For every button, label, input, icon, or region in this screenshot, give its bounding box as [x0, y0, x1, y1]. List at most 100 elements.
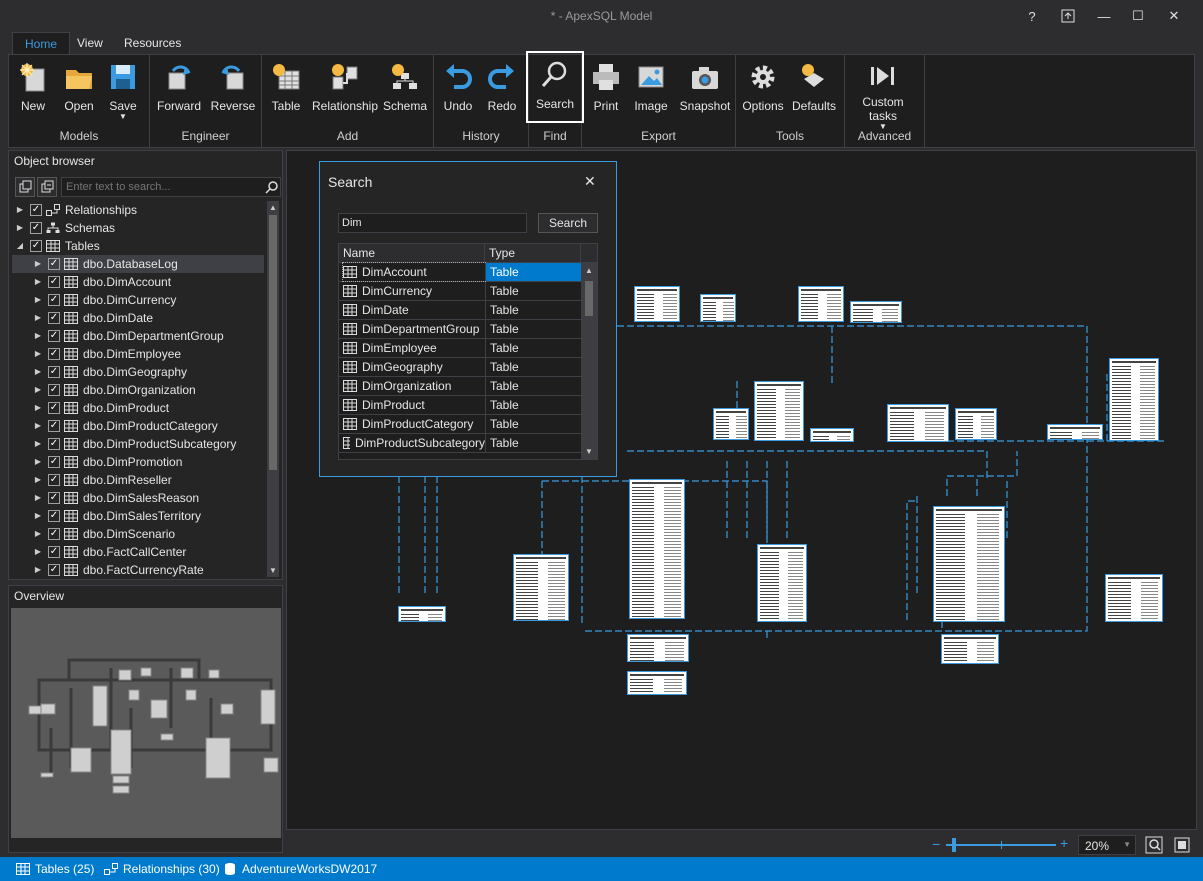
defaults-button[interactable]: Defaults — [788, 57, 840, 125]
checkbox[interactable]: ✓ — [48, 456, 60, 468]
tree-folder-schemas[interactable]: ▶ ✓ Schemas — [12, 219, 264, 237]
result-name-cell[interactable]: DimProductSubcategory — [343, 434, 485, 452]
result-row[interactable]: DimProductCategory Table — [339, 415, 581, 434]
tree-item[interactable]: ▶ ✓ dbo.DimOrganization — [12, 381, 264, 399]
tree-item[interactable]: ▶ ✓ dbo.DimAccount — [12, 273, 264, 291]
tree-item[interactable]: ▶ ✓ dbo.DimReseller — [12, 471, 264, 489]
diagram-table[interactable] — [850, 301, 902, 323]
diagram-table[interactable] — [1109, 358, 1159, 441]
print-button[interactable]: Print — [586, 57, 626, 125]
diagram-table[interactable] — [627, 634, 689, 662]
result-type-cell[interactable]: Table — [485, 301, 581, 319]
expand-icon[interactable]: ▶ — [32, 255, 44, 273]
close-icon[interactable]: ✕ — [584, 173, 596, 190]
collapse-all-button[interactable] — [37, 177, 57, 197]
tree-scrollbar[interactable]: ▲ ▼ — [267, 201, 279, 577]
expand-icon[interactable]: ▶ — [32, 363, 44, 381]
expand-icon[interactable]: ▶ — [32, 489, 44, 507]
column-header-type[interactable]: Type — [485, 244, 581, 263]
expand-icon[interactable]: ▶ — [32, 399, 44, 417]
options-button[interactable]: Options — [740, 57, 786, 125]
checkbox[interactable]: ✓ — [30, 222, 42, 234]
checkbox[interactable]: ✓ — [48, 492, 60, 504]
result-type-cell[interactable]: Table — [485, 263, 581, 281]
diagram-table[interactable] — [933, 506, 1005, 622]
checkbox[interactable]: ✓ — [48, 366, 60, 378]
custom-tasks-button[interactable]: Custom tasks ▼ — [853, 57, 913, 131]
zoom-slider-thumb[interactable] — [952, 838, 956, 852]
image-button[interactable]: Image — [630, 57, 672, 125]
zoom-to-fit-button[interactable] — [1144, 835, 1164, 858]
result-type-cell[interactable]: Table — [485, 339, 581, 357]
result-row[interactable]: DimOrganization Table — [339, 377, 581, 396]
expand-icon[interactable]: ▶ — [32, 291, 44, 309]
diagram-table[interactable] — [798, 286, 844, 322]
checkbox[interactable]: ✓ — [48, 564, 60, 576]
diagram-table[interactable] — [513, 554, 569, 621]
grid-scrollbar[interactable]: ▲ ▼ — [581, 263, 597, 459]
zoom-in-icon[interactable]: + — [1060, 835, 1068, 851]
overview-minimap[interactable] — [11, 608, 281, 838]
undo-button[interactable]: Undo — [438, 57, 478, 125]
expand-icon[interactable]: ▶ — [32, 453, 44, 471]
checkbox[interactable]: ✓ — [48, 312, 60, 324]
search-query-input[interactable] — [338, 213, 527, 233]
checkbox[interactable]: ✓ — [48, 330, 60, 342]
help-button[interactable]: ? — [1016, 4, 1048, 28]
scroll-down-icon[interactable]: ▼ — [269, 566, 277, 575]
minimize-button[interactable]: — — [1088, 4, 1120, 28]
expand-icon[interactable]: ▶ — [32, 345, 44, 363]
checkbox[interactable]: ✓ — [48, 438, 60, 450]
checkbox[interactable]: ✓ — [48, 420, 60, 432]
forward-button[interactable]: Forward — [154, 57, 204, 125]
tree-item[interactable]: ▶ ✓ dbo.DimEmployee — [12, 345, 264, 363]
collapse-icon[interactable]: ◢ — [14, 237, 26, 255]
result-type-cell[interactable]: Table — [485, 320, 581, 338]
result-name-cell[interactable]: DimAccount — [342, 262, 486, 282]
tree-item[interactable]: ▶ ✓ dbo.DimProductCategory — [12, 417, 264, 435]
checkbox[interactable]: ✓ — [48, 546, 60, 558]
tab-view[interactable]: View — [65, 32, 115, 55]
open-button[interactable]: Open — [59, 57, 99, 125]
expand-icon[interactable]: ▶ — [32, 327, 44, 345]
checkbox[interactable]: ✓ — [48, 276, 60, 288]
checkbox[interactable]: ✓ — [48, 402, 60, 414]
expand-icon[interactable]: ▶ — [32, 561, 44, 577]
tree-item[interactable]: ▶ ✓ dbo.FactCurrencyRate — [12, 561, 264, 577]
result-row[interactable]: DimDate Table — [339, 301, 581, 320]
tree-item[interactable]: ▶ ✓ dbo.DimSalesTerritory — [12, 507, 264, 525]
checkbox[interactable]: ✓ — [48, 258, 60, 270]
close-button[interactable]: ✕ — [1158, 4, 1190, 28]
tree-item[interactable]: ▶ ✓ dbo.DatabaseLog — [12, 255, 264, 273]
checkbox[interactable]: ✓ — [48, 294, 60, 306]
expand-icon[interactable]: ▶ — [32, 417, 44, 435]
search-button[interactable]: Search — [526, 51, 584, 123]
expand-icon[interactable]: ▶ — [32, 543, 44, 561]
expand-icon[interactable]: ▶ — [32, 309, 44, 327]
expand-icon[interactable]: ▶ — [32, 273, 44, 291]
add-table-button[interactable]: Table — [266, 57, 306, 125]
diagram-table[interactable] — [941, 634, 999, 664]
expand-icon[interactable]: ▶ — [32, 435, 44, 453]
search-submit-button[interactable]: Search — [538, 213, 598, 233]
tab-home[interactable]: Home — [12, 32, 71, 55]
result-name-cell[interactable]: DimProductCategory — [343, 415, 485, 433]
diagram-table[interactable] — [627, 671, 687, 695]
checkbox[interactable]: ✓ — [48, 510, 60, 522]
result-row[interactable]: DimGeography Table — [339, 358, 581, 377]
zoom-reset-button[interactable] — [1172, 835, 1192, 858]
result-name-cell[interactable]: DimDepartmentGroup — [343, 320, 485, 338]
result-row[interactable]: DimAccount Table — [339, 262, 581, 282]
diagram-table[interactable] — [713, 408, 749, 440]
ribbon-toggle-button[interactable] — [1052, 4, 1084, 28]
result-type-cell[interactable]: Table — [485, 434, 581, 452]
tree-folder-relationships[interactable]: ▶ ✓ Relationships — [12, 201, 264, 219]
checkbox[interactable]: ✓ — [48, 474, 60, 486]
save-dropdown-icon[interactable]: ▼ — [119, 113, 127, 121]
tree-item[interactable]: ▶ ✓ dbo.DimSalesReason — [12, 489, 264, 507]
result-name-cell[interactable]: DimOrganization — [343, 377, 485, 395]
scroll-up-icon[interactable]: ▲ — [585, 266, 593, 275]
add-relationship-button[interactable]: Relationship — [312, 57, 378, 125]
diagram-table[interactable] — [1105, 574, 1163, 622]
tree-folder-tables[interactable]: ◢ ✓ Tables — [12, 237, 264, 255]
